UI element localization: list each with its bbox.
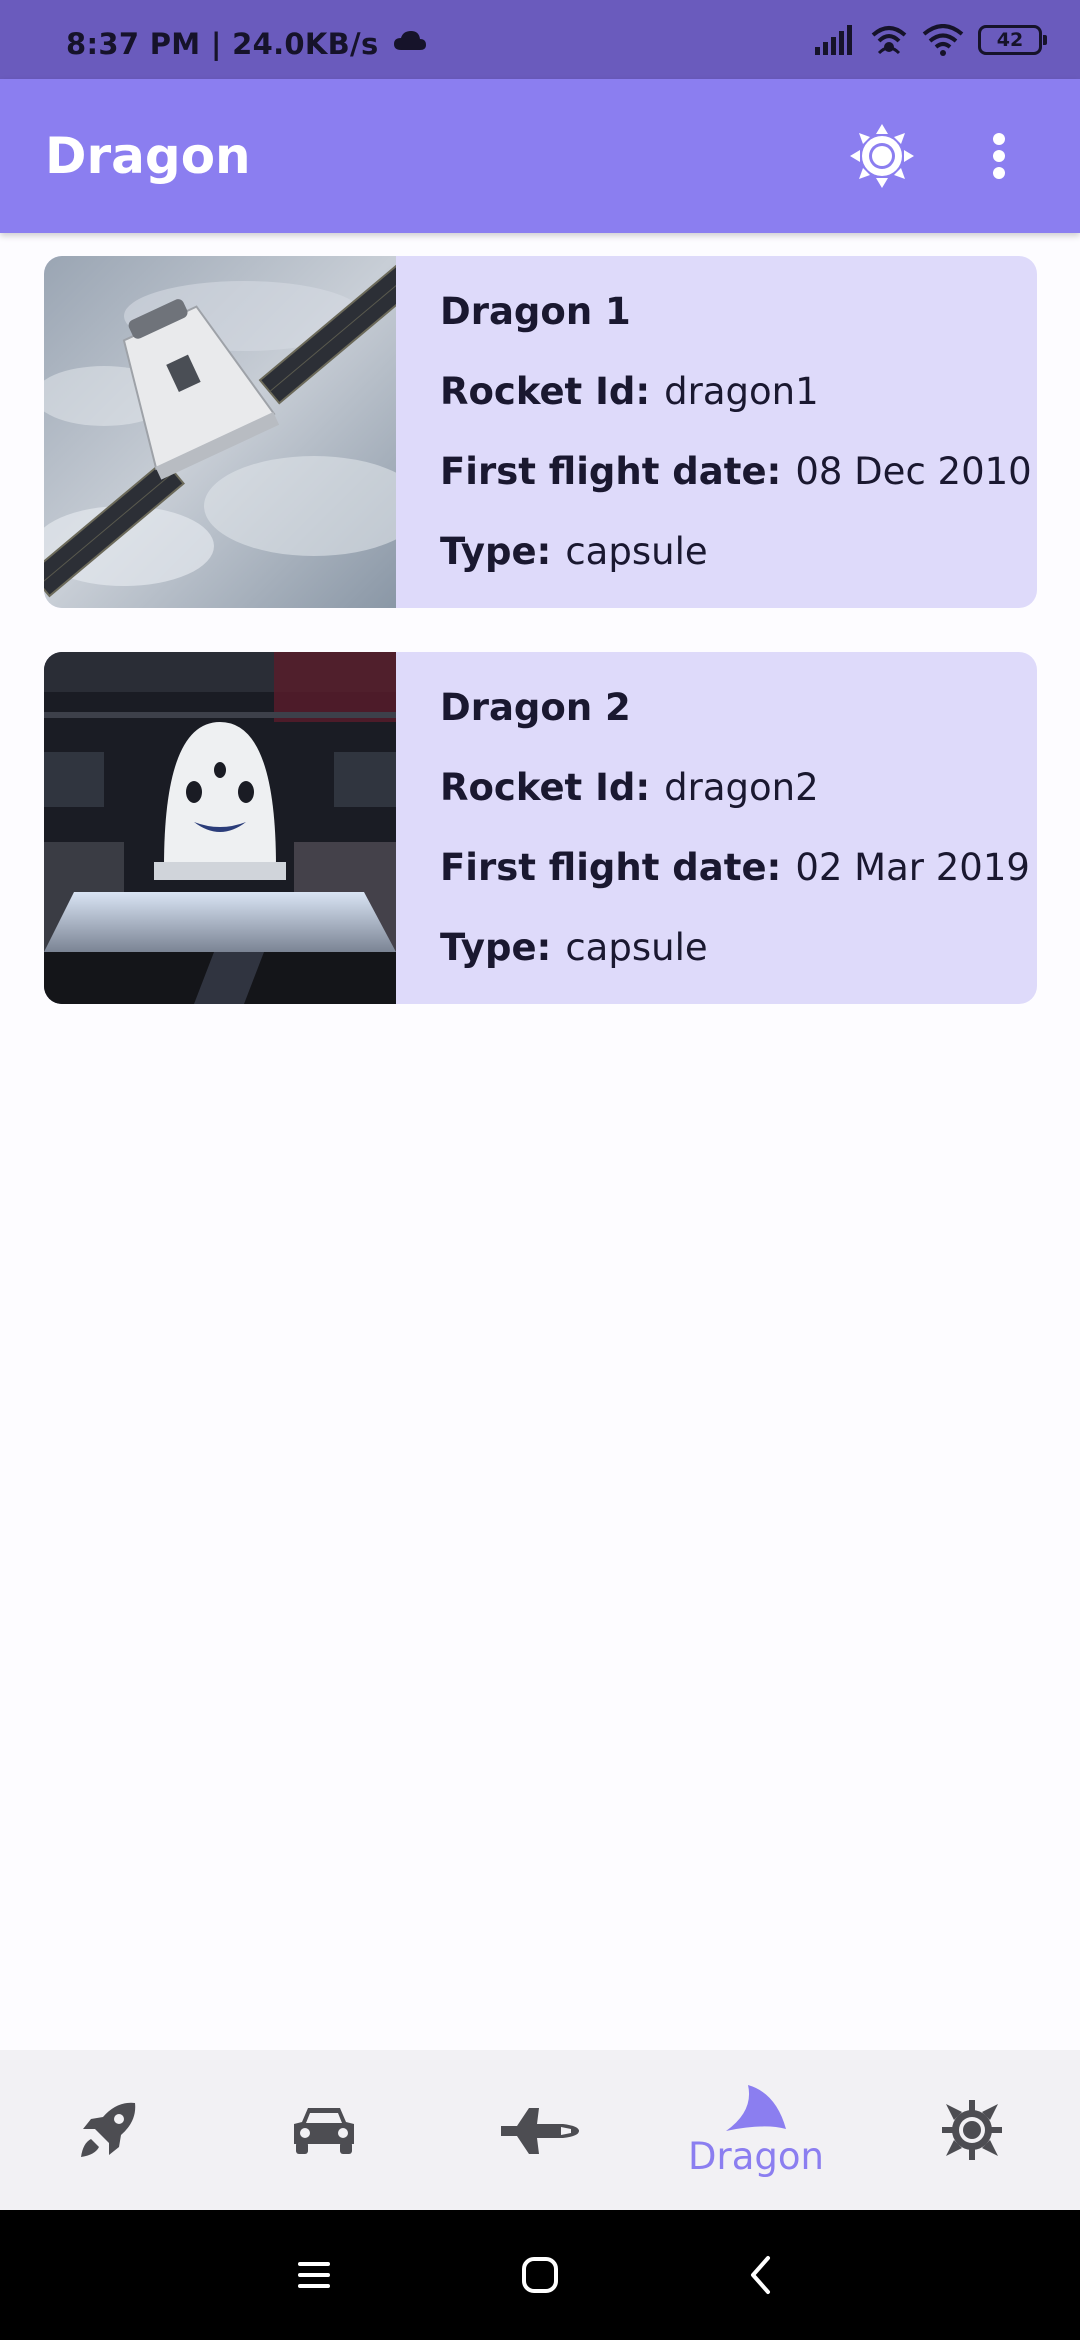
page-title: Dragon xyxy=(45,127,251,185)
nav-label-dragon: Dragon xyxy=(688,2134,824,2178)
card-info: Dragon 1 Rocket Id: dragon1 First flight … xyxy=(396,256,1032,608)
dragon-card[interactable]: Dragon 1 Rocket Id: dragon1 First flight … xyxy=(44,256,1037,608)
field-value: 08 Dec 2010 xyxy=(795,450,1032,493)
card-title: Dragon 2 xyxy=(440,686,631,729)
dragon-list: Dragon 1 Rocket Id: dragon1 First flight … xyxy=(44,256,1037,1048)
status-time-text: 8:37 PM | 24.0KB/s xyxy=(66,27,379,61)
rocket-id-row: Rocket Id: dragon1 xyxy=(440,372,1032,412)
status-bar: 8:37 PM | 24.0KB/s 42 xyxy=(0,0,1080,79)
battery-level: 42 xyxy=(996,29,1024,51)
square-icon xyxy=(522,2257,558,2293)
menu-icon xyxy=(298,2262,330,2288)
field-value: 02 Mar 2019 xyxy=(795,846,1030,889)
back-button[interactable] xyxy=(725,2240,795,2310)
field-label: First flight date: xyxy=(440,846,782,889)
hotspot-icon xyxy=(871,26,907,55)
wifi-icon xyxy=(922,24,964,56)
home-button[interactable] xyxy=(505,2240,575,2310)
bottom-navigation: Dragon xyxy=(0,2050,1080,2210)
first-flight-row: First flight date: 08 Dec 2010 xyxy=(440,452,1032,492)
dragon-fin-icon xyxy=(726,2084,786,2131)
cloud-icon xyxy=(393,31,426,50)
signal-icon xyxy=(815,25,852,55)
field-label: Type: xyxy=(440,926,552,969)
card-info: Dragon 2 Rocket Id: dragon2 First flight … xyxy=(396,652,1030,1004)
ship-wheel-icon xyxy=(942,2100,1002,2160)
field-label: Type: xyxy=(440,530,552,573)
more-options-button[interactable] xyxy=(992,119,1006,193)
field-label: Rocket Id: xyxy=(440,766,651,809)
type-row: Type: capsule xyxy=(440,928,1030,968)
nav-item-dragon[interactable]: Dragon xyxy=(648,2050,864,2210)
system-navigation-bar xyxy=(0,2210,1080,2340)
card-title: Dragon 1 xyxy=(440,290,631,333)
nav-item-cars[interactable] xyxy=(216,2050,432,2210)
dragon-2-image xyxy=(44,652,396,1004)
theme-toggle-button[interactable] xyxy=(845,119,919,193)
field-label: First flight date: xyxy=(440,450,782,493)
status-icons: 42 xyxy=(814,22,1047,58)
car-icon xyxy=(294,2108,354,2154)
sun-icon xyxy=(850,124,914,188)
field-label: Rocket Id: xyxy=(440,370,651,413)
dragon-card[interactable]: Dragon 2 Rocket Id: dragon2 First flight … xyxy=(44,652,1037,1004)
rocket-id-row: Rocket Id: dragon2 xyxy=(440,768,1030,808)
dragon-1-image xyxy=(44,256,396,608)
nav-item-rockets[interactable] xyxy=(0,2050,216,2210)
back-chevron-icon xyxy=(751,2256,770,2294)
shuttle-icon xyxy=(501,2108,579,2154)
rocket-icon xyxy=(81,2102,136,2157)
battery-icon: 42 xyxy=(978,25,1047,55)
nav-item-ships[interactable] xyxy=(864,2050,1080,2210)
recent-apps-button[interactable] xyxy=(279,2240,349,2310)
field-value: dragon2 xyxy=(664,766,819,809)
first-flight-row: First flight date: 02 Mar 2019 xyxy=(440,848,1030,888)
app-bar: Dragon xyxy=(0,79,1080,233)
nav-item-shuttle[interactable] xyxy=(432,2050,648,2210)
field-value: dragon1 xyxy=(664,370,819,413)
type-row: Type: capsule xyxy=(440,532,1032,572)
more-vert-icon xyxy=(993,133,1005,179)
field-value: capsule xyxy=(565,530,708,573)
status-time: 8:37 PM | 24.0KB/s xyxy=(66,27,427,61)
field-value: capsule xyxy=(565,926,708,969)
